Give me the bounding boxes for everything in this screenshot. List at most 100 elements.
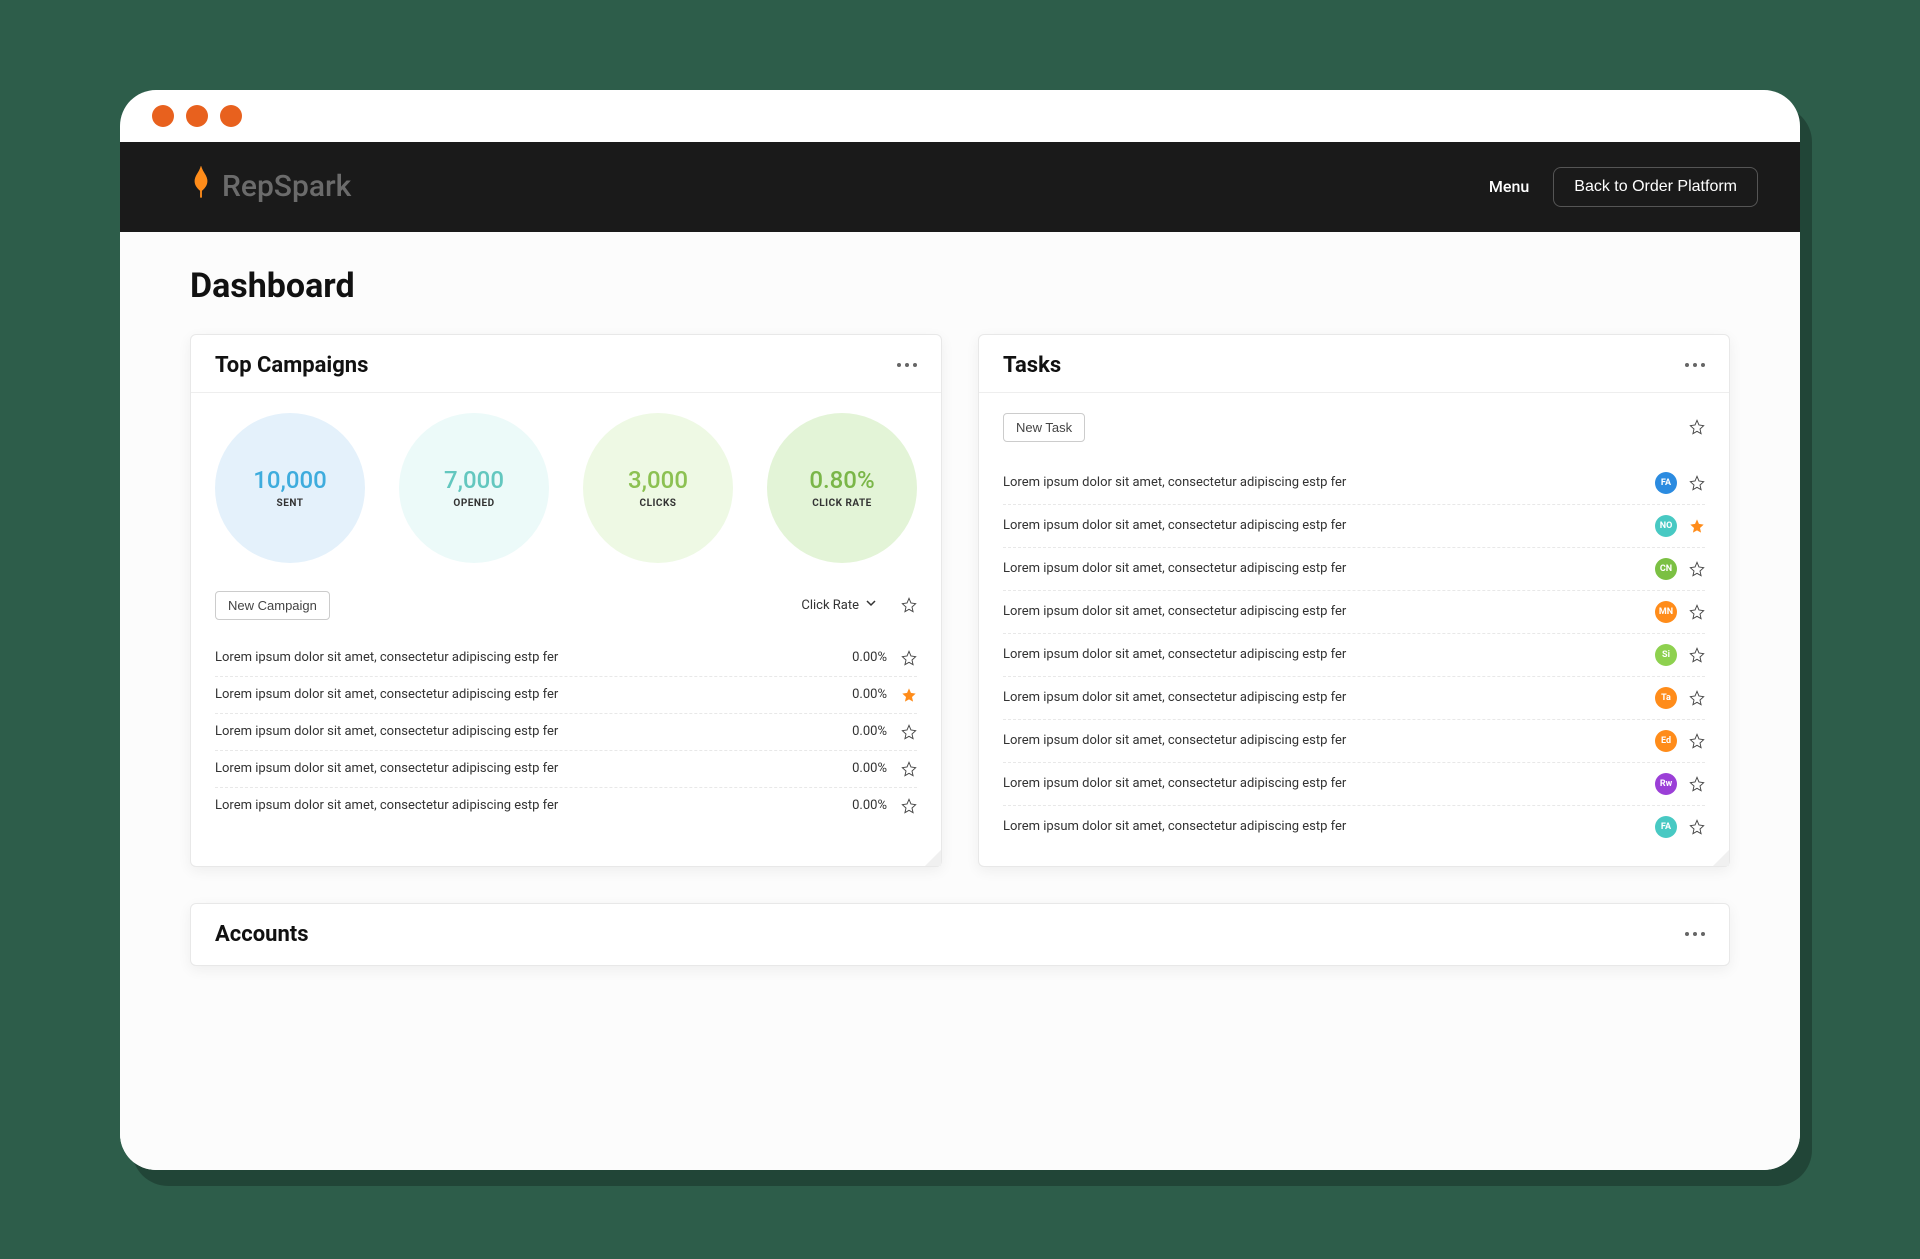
stat-bubble: 3,000 CLICKS (583, 413, 733, 563)
row-value: 0.00% (807, 798, 887, 813)
star-icon[interactable] (901, 597, 917, 613)
row-text: Lorem ipsum dolor sit amet, consectetur … (1003, 690, 1655, 705)
card-header: Top Campaigns (191, 335, 941, 393)
task-row-right: FA (1655, 472, 1705, 494)
avatar: NO (1655, 515, 1677, 537)
star-icon[interactable] (901, 724, 917, 740)
stat-value: 10,000 (253, 466, 327, 494)
task-row[interactable]: Lorem ipsum dolor sit amet, consectetur … (1003, 634, 1705, 677)
resize-corner-icon[interactable] (1713, 850, 1729, 866)
row-star (887, 687, 917, 703)
more-icon[interactable] (1685, 363, 1705, 367)
avatar: FA (1655, 472, 1677, 494)
browser-frame: RepSpark Menu Back to Order Platform Das… (120, 90, 1800, 1170)
row-text: Lorem ipsum dolor sit amet, consectetur … (1003, 604, 1655, 619)
header-actions: Menu Back to Order Platform (1489, 167, 1758, 207)
sort-dropdown[interactable]: Click Rate (801, 597, 877, 613)
campaign-row[interactable]: Lorem ipsum dolor sit amet, consectetur … (215, 714, 917, 751)
star-icon[interactable] (1689, 690, 1705, 706)
star-icon[interactable] (1689, 604, 1705, 620)
task-row-right: Ta (1655, 687, 1705, 709)
brand: RepSpark (190, 166, 351, 208)
campaign-row[interactable]: Lorem ipsum dolor sit amet, consectetur … (215, 677, 917, 714)
task-row-right: Rw (1655, 773, 1705, 795)
task-row[interactable]: Lorem ipsum dolor sit amet, consectetur … (1003, 505, 1705, 548)
row-star (887, 761, 917, 777)
avatar: FA (1655, 816, 1677, 838)
stat-label: SENT (277, 498, 304, 509)
new-task-button[interactable]: New Task (1003, 413, 1085, 442)
row-text: Lorem ipsum dolor sit amet, consectetur … (215, 761, 807, 776)
avatar: MN (1655, 601, 1677, 623)
stat-label: OPENED (453, 498, 494, 509)
star-icon[interactable] (1689, 475, 1705, 491)
row-value: 0.00% (807, 687, 887, 702)
new-campaign-button[interactable]: New Campaign (215, 591, 330, 620)
star-icon[interactable] (1689, 647, 1705, 663)
campaign-row[interactable]: Lorem ipsum dolor sit amet, consectetur … (215, 640, 917, 677)
menu-link[interactable]: Menu (1489, 177, 1529, 196)
row-text: Lorem ipsum dolor sit amet, consectetur … (1003, 561, 1655, 576)
star-icon[interactable] (1689, 561, 1705, 577)
window-dot (220, 105, 242, 127)
page-content: Dashboard Top Campaigns 10,000SENT7,000O… (120, 232, 1800, 1170)
stat-value: 3,000 (628, 466, 688, 494)
star-icon[interactable] (1689, 819, 1705, 835)
campaign-row[interactable]: Lorem ipsum dolor sit amet, consectetur … (215, 788, 917, 824)
star-icon[interactable] (901, 687, 917, 703)
avatar: Rw (1655, 773, 1677, 795)
star-icon[interactable] (901, 650, 917, 666)
tasks-toolbar: New Task (1003, 413, 1705, 452)
page-title: Dashboard (190, 266, 1730, 306)
row-text: Lorem ipsum dolor sit amet, consectetur … (215, 798, 807, 813)
task-row[interactable]: Lorem ipsum dolor sit amet, consectetur … (1003, 548, 1705, 591)
row-text: Lorem ipsum dolor sit amet, consectetur … (1003, 733, 1655, 748)
task-row-right: Ed (1655, 730, 1705, 752)
task-row[interactable]: Lorem ipsum dolor sit amet, consectetur … (1003, 806, 1705, 848)
brand-name: RepSpark (222, 169, 351, 204)
star-icon[interactable] (1689, 776, 1705, 792)
task-list: Lorem ipsum dolor sit amet, consectetur … (1003, 462, 1705, 848)
avatar: CN (1655, 558, 1677, 580)
stat-value: 0.80% (809, 466, 874, 494)
task-row-right: FA (1655, 816, 1705, 838)
card-title: Tasks (1003, 353, 1061, 378)
row-star (887, 798, 917, 814)
more-icon[interactable] (1685, 932, 1705, 936)
campaign-row[interactable]: Lorem ipsum dolor sit amet, consectetur … (215, 751, 917, 788)
task-row[interactable]: Lorem ipsum dolor sit amet, consectetur … (1003, 591, 1705, 634)
row-text: Lorem ipsum dolor sit amet, consectetur … (1003, 647, 1655, 662)
row-text: Lorem ipsum dolor sit amet, consectetur … (1003, 776, 1655, 791)
stat-bubble: 0.80%CLICK RATE (767, 413, 917, 563)
back-to-order-button[interactable]: Back to Order Platform (1553, 167, 1758, 207)
more-icon[interactable] (897, 363, 917, 367)
task-row[interactable]: Lorem ipsum dolor sit amet, consectetur … (1003, 720, 1705, 763)
campaigns-toolbar: New Campaign Click Rate (215, 591, 917, 630)
row-text: Lorem ipsum dolor sit amet, consectetur … (1003, 475, 1655, 490)
row-star (887, 724, 917, 740)
task-row-right: Si (1655, 644, 1705, 666)
resize-corner-icon[interactable] (925, 850, 941, 866)
row-value: 0.00% (807, 650, 887, 665)
star-icon[interactable] (1689, 419, 1705, 435)
star-icon[interactable] (901, 761, 917, 777)
campaigns-sort-wrap: Click Rate (801, 597, 917, 613)
task-row[interactable]: Lorem ipsum dolor sit amet, consectetur … (1003, 462, 1705, 505)
row-text: Lorem ipsum dolor sit amet, consectetur … (215, 687, 807, 702)
task-row[interactable]: Lorem ipsum dolor sit amet, consectetur … (1003, 677, 1705, 720)
star-icon[interactable] (1689, 733, 1705, 749)
star-icon[interactable] (1689, 518, 1705, 534)
row-star (887, 650, 917, 666)
stat-bubble: 10,000 SENT (215, 413, 365, 563)
task-row[interactable]: Lorem ipsum dolor sit amet, consectetur … (1003, 763, 1705, 806)
stat-label: CLICKS (640, 498, 677, 509)
app-header: RepSpark Menu Back to Order Platform (120, 142, 1800, 232)
tasks-card: Tasks New Task Lorem ipsum dolor sit ame… (978, 334, 1730, 867)
cards-row: Top Campaigns 10,000SENT7,000OPENED3,000… (190, 334, 1730, 867)
star-icon[interactable] (901, 798, 917, 814)
card-body: New Task Lorem ipsum dolor sit amet, con… (979, 393, 1729, 866)
avatar: Ed (1655, 730, 1677, 752)
campaign-list: Lorem ipsum dolor sit amet, consectetur … (215, 640, 917, 824)
window-titlebar (120, 90, 1800, 142)
task-row-right: MN (1655, 601, 1705, 623)
